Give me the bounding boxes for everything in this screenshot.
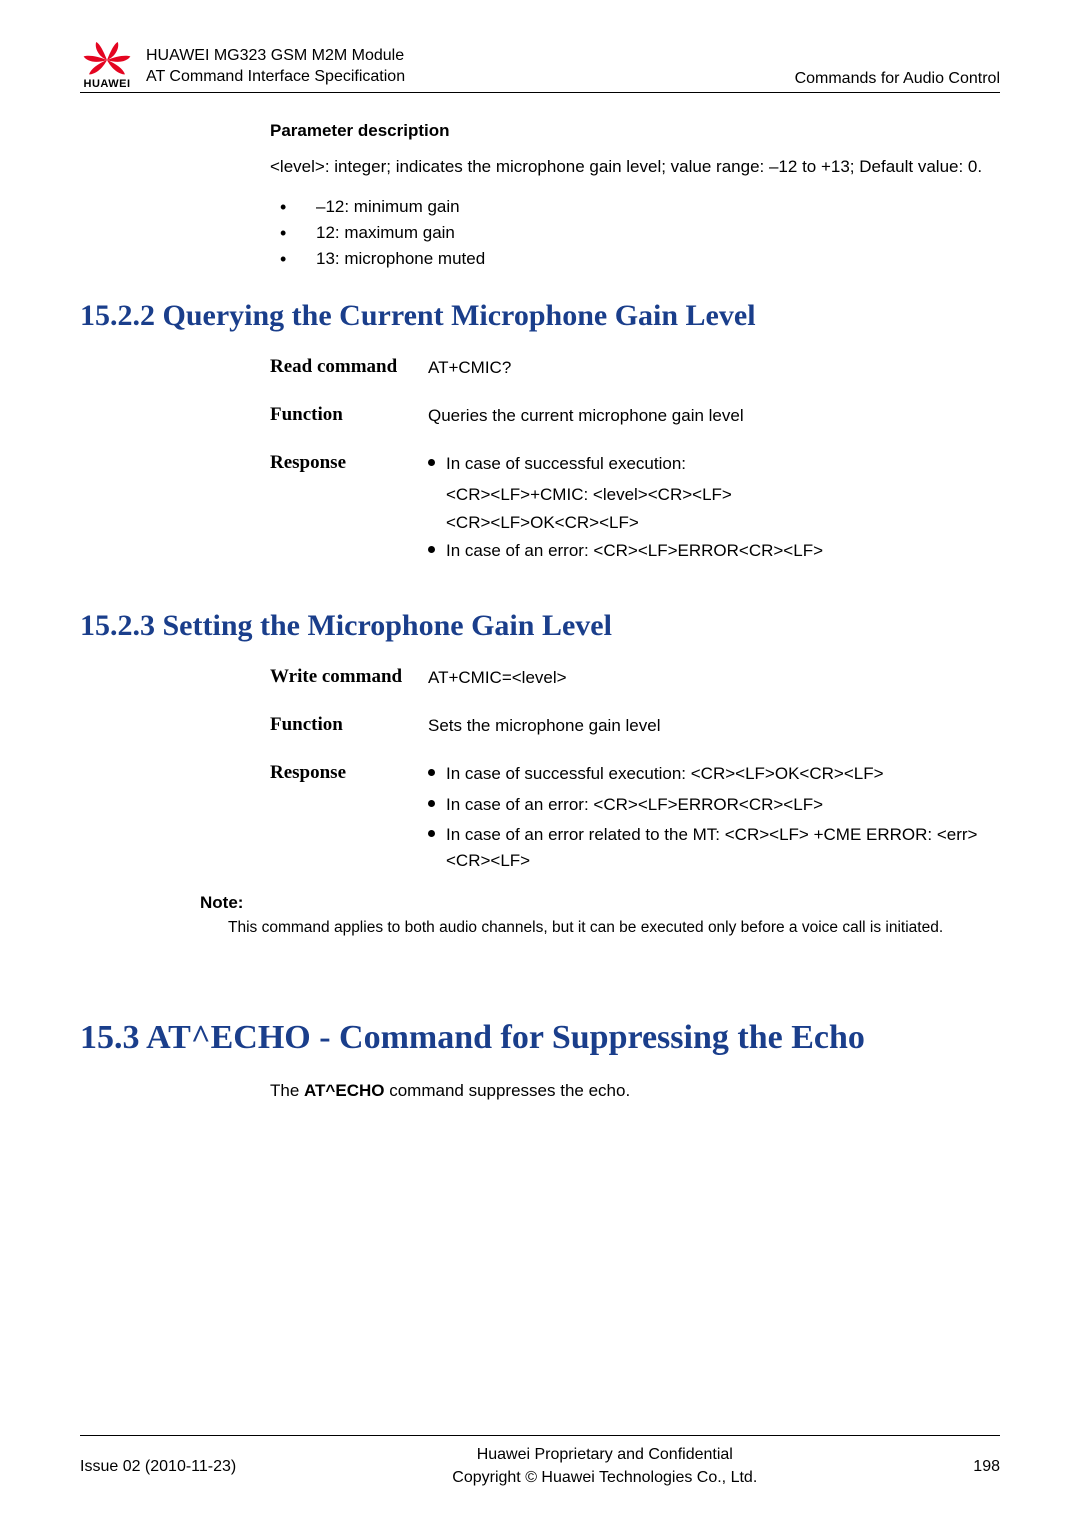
response-item: In case of an error: <CR><LF>ERROR<CR><L…	[428, 792, 1000, 818]
function-value: Sets the microphone gain level	[428, 713, 1000, 739]
section-1522-body: Read command AT+CMIC? Function Queries t…	[80, 355, 1000, 569]
parameter-description-block: Parameter description <level>: integer; …	[80, 121, 1000, 273]
response-item: In case of successful execution:	[428, 451, 1000, 477]
brand-logo-block: HUAWEI	[80, 40, 134, 90]
header-line2: AT Command Interface Specification	[146, 66, 795, 88]
header-titles: HUAWEI MG323 GSM M2M Module AT Command I…	[146, 45, 795, 90]
response-label: Response	[270, 761, 410, 878]
write-command-value: AT+CMIC=<level>	[428, 665, 1000, 691]
function-value: Queries the current microphone gain leve…	[428, 403, 1000, 429]
response-item: In case of successful execution: <CR><LF…	[428, 761, 1000, 787]
parameter-bullets: –12: minimum gain 12: maximum gain 13: m…	[270, 194, 1000, 273]
section-153-title: 15.3 AT^ECHO - Command for Suppressing t…	[80, 1019, 1000, 1057]
bullet-item: –12: minimum gain	[270, 194, 1000, 220]
footer-issue: Issue 02 (2010-11-23)	[80, 1458, 236, 1476]
page-header: HUAWEI HUAWEI MG323 GSM M2M Module AT Co…	[80, 40, 1000, 93]
section-1522-title: 15.2.2 Querying the Current Microphone G…	[80, 299, 1000, 333]
read-command-value: AT+CMIC?	[428, 355, 1000, 381]
footer-copyright: Copyright © Huawei Technologies Co., Ltd…	[236, 1467, 973, 1489]
write-command-label: Write command	[270, 665, 410, 691]
note-container: Note: This command applies to both audio…	[80, 893, 1000, 939]
parameter-heading: Parameter description	[270, 121, 1000, 141]
header-line1: HUAWEI MG323 GSM M2M Module	[146, 45, 795, 67]
footer-center: Huawei Proprietary and Confidential Copy…	[236, 1444, 973, 1489]
section-1523-body: Write command AT+CMIC=<level> Function S…	[80, 665, 1000, 879]
echo-text-bold: AT^ECHO	[304, 1081, 384, 1100]
echo-text-post: command suppresses the echo.	[384, 1081, 630, 1100]
response-value: In case of successful execution: <CR><LF…	[428, 761, 1000, 878]
response-item: In case of an error: <CR><LF>ERROR<CR><L…	[428, 538, 1000, 564]
response-subline: <CR><LF>+CMIC: <level><CR><LF>	[428, 482, 1000, 508]
footer-confidential: Huawei Proprietary and Confidential	[236, 1444, 973, 1466]
response-subline: <CR><LF>OK<CR><LF>	[428, 510, 1000, 536]
definition-table: Read command AT+CMIC? Function Queries t…	[270, 355, 1000, 569]
note-text: This command applies to both audio chann…	[200, 917, 1000, 939]
page-footer: Issue 02 (2010-11-23) Huawei Proprietary…	[80, 1435, 1000, 1489]
brand-name: HUAWEI	[84, 78, 131, 90]
footer-page-number: 198	[973, 1458, 1000, 1476]
parameter-text: <level>: integer; indicates the micropho…	[270, 155, 1000, 180]
page: HUAWEI HUAWEI MG323 GSM M2M Module AT Co…	[0, 0, 1080, 1527]
read-command-label: Read command	[270, 355, 410, 381]
section-153-text: The AT^ECHO command suppresses the echo.	[80, 1081, 1000, 1101]
function-label: Function	[270, 713, 410, 739]
function-label: Function	[270, 403, 410, 429]
section-1523-title: 15.2.3 Setting the Microphone Gain Level	[80, 609, 1000, 643]
echo-text-pre: The	[270, 1081, 304, 1100]
response-value: In case of successful execution: <CR><LF…	[428, 451, 1000, 568]
definition-table: Write command AT+CMIC=<level> Function S…	[270, 665, 1000, 879]
response-label: Response	[270, 451, 410, 568]
huawei-flower-icon	[80, 40, 134, 80]
header-chapter: Commands for Audio Control	[795, 70, 1000, 90]
note-label: Note:	[200, 893, 1000, 913]
bullet-item: 12: maximum gain	[270, 220, 1000, 246]
bullet-item: 13: microphone muted	[270, 246, 1000, 272]
response-item: In case of an error related to the MT: <…	[428, 822, 1000, 875]
